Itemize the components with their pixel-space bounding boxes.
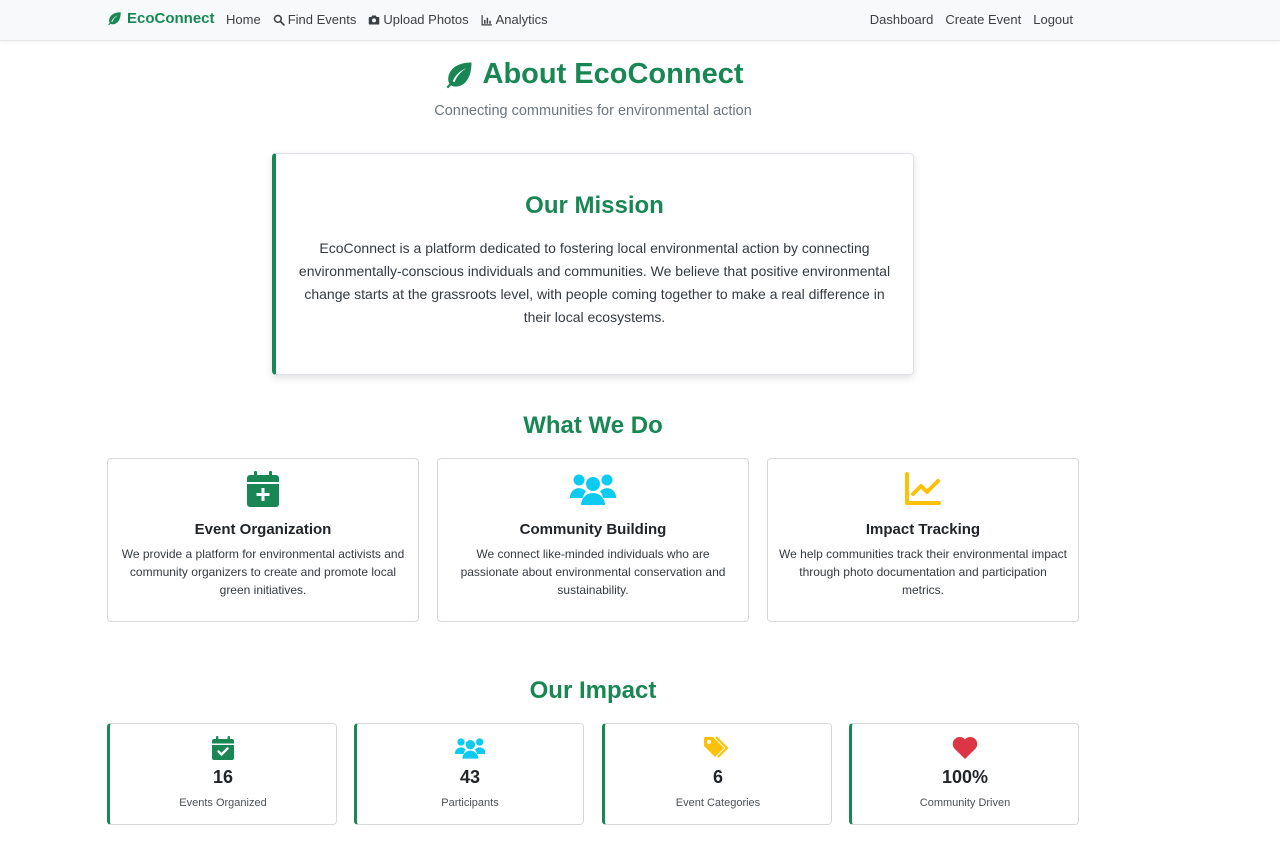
tags-icon bbox=[704, 736, 729, 758]
brand-link[interactable]: EcoConnect bbox=[107, 10, 215, 27]
nav-upload-photos[interactable]: Upload Photos bbox=[368, 12, 469, 27]
heart-icon bbox=[952, 737, 978, 759]
calendar-plus-icon bbox=[247, 471, 279, 507]
nav-logout[interactable]: Logout bbox=[1033, 12, 1073, 27]
feature-card-impact-tracking: Impact Tracking We help communities trac… bbox=[767, 458, 1079, 622]
leaf-icon bbox=[446, 62, 471, 88]
calendar-check-icon bbox=[212, 736, 234, 760]
feature-card-event-organization: Event Organization We provide a platform… bbox=[107, 458, 419, 622]
mission-title: Our Mission bbox=[525, 192, 664, 219]
nav-home[interactable]: Home bbox=[226, 12, 261, 27]
our-impact-title: Our Impact bbox=[529, 677, 657, 704]
nav-analytics[interactable]: Analytics bbox=[481, 12, 548, 27]
stat-card-community-driven: 100% Community Driven bbox=[849, 723, 1079, 825]
nav-analytics-label: Analytics bbox=[495, 12, 548, 27]
search-icon bbox=[273, 14, 285, 26]
nav-dashboard[interactable]: Dashboard bbox=[870, 12, 934, 27]
page-title: About EcoConnect bbox=[0, 58, 1186, 91]
nav-home-label: Home bbox=[226, 12, 261, 27]
stat-value: 6 bbox=[712, 767, 723, 787]
feature-text: We connect like-minded individuals who a… bbox=[460, 547, 726, 597]
stat-value: 43 bbox=[459, 767, 481, 787]
users-icon bbox=[454, 738, 486, 759]
nav-find-events-label: Find Events bbox=[287, 12, 357, 27]
what-we-do-title: What We Do bbox=[523, 412, 663, 439]
stat-card-events-organized: 16 Events Organized bbox=[107, 723, 337, 825]
nav-right-menu: Dashboard Create Event Logout bbox=[870, 12, 1073, 27]
stat-card-participants: 43 Participants bbox=[354, 723, 584, 825]
nav-upload-photos-label: Upload Photos bbox=[383, 12, 469, 27]
stat-value: 16 bbox=[212, 767, 234, 787]
navbar: EcoConnect Home Find Events Upload Photo… bbox=[0, 0, 1280, 41]
feature-text: We help communities track their environm… bbox=[779, 547, 1067, 597]
stat-label: Events Organized bbox=[179, 797, 267, 809]
nav-find-events[interactable]: Find Events bbox=[273, 12, 357, 27]
feature-text: We provide a platform for environmental … bbox=[121, 547, 405, 597]
stat-label: Participants bbox=[441, 797, 499, 809]
stat-label: Event Categories bbox=[675, 797, 761, 809]
mission-card: Our Mission EcoConnect is a platform ded… bbox=[272, 153, 914, 375]
users-icon bbox=[570, 474, 616, 505]
feature-title: Event Organization bbox=[194, 521, 332, 538]
stat-value: 100% bbox=[941, 767, 989, 787]
page-title-text: About EcoConnect bbox=[482, 58, 744, 90]
nav-create-event[interactable]: Create Event bbox=[945, 12, 1021, 27]
stat-label: Community Driven bbox=[919, 797, 1011, 809]
stat-card-event-categories: 6 Event Categories bbox=[602, 723, 832, 825]
page-subtitle: Connecting communities for environmental… bbox=[434, 103, 752, 119]
leaf-icon bbox=[108, 12, 121, 26]
feature-title: Community Building bbox=[519, 521, 667, 538]
brand-name: EcoConnect bbox=[127, 10, 215, 27]
chart-line-icon bbox=[905, 472, 941, 505]
camera-icon bbox=[369, 15, 380, 24]
nav-left-menu: Home Find Events Upload Photos Analytics bbox=[226, 12, 548, 27]
mission-text: EcoConnect is a platform dedicated to fo… bbox=[298, 240, 891, 325]
chart-bar-icon bbox=[481, 14, 492, 25]
feature-title: Impact Tracking bbox=[865, 521, 981, 538]
feature-card-community-building: Community Building We connect like-minde… bbox=[437, 458, 749, 622]
